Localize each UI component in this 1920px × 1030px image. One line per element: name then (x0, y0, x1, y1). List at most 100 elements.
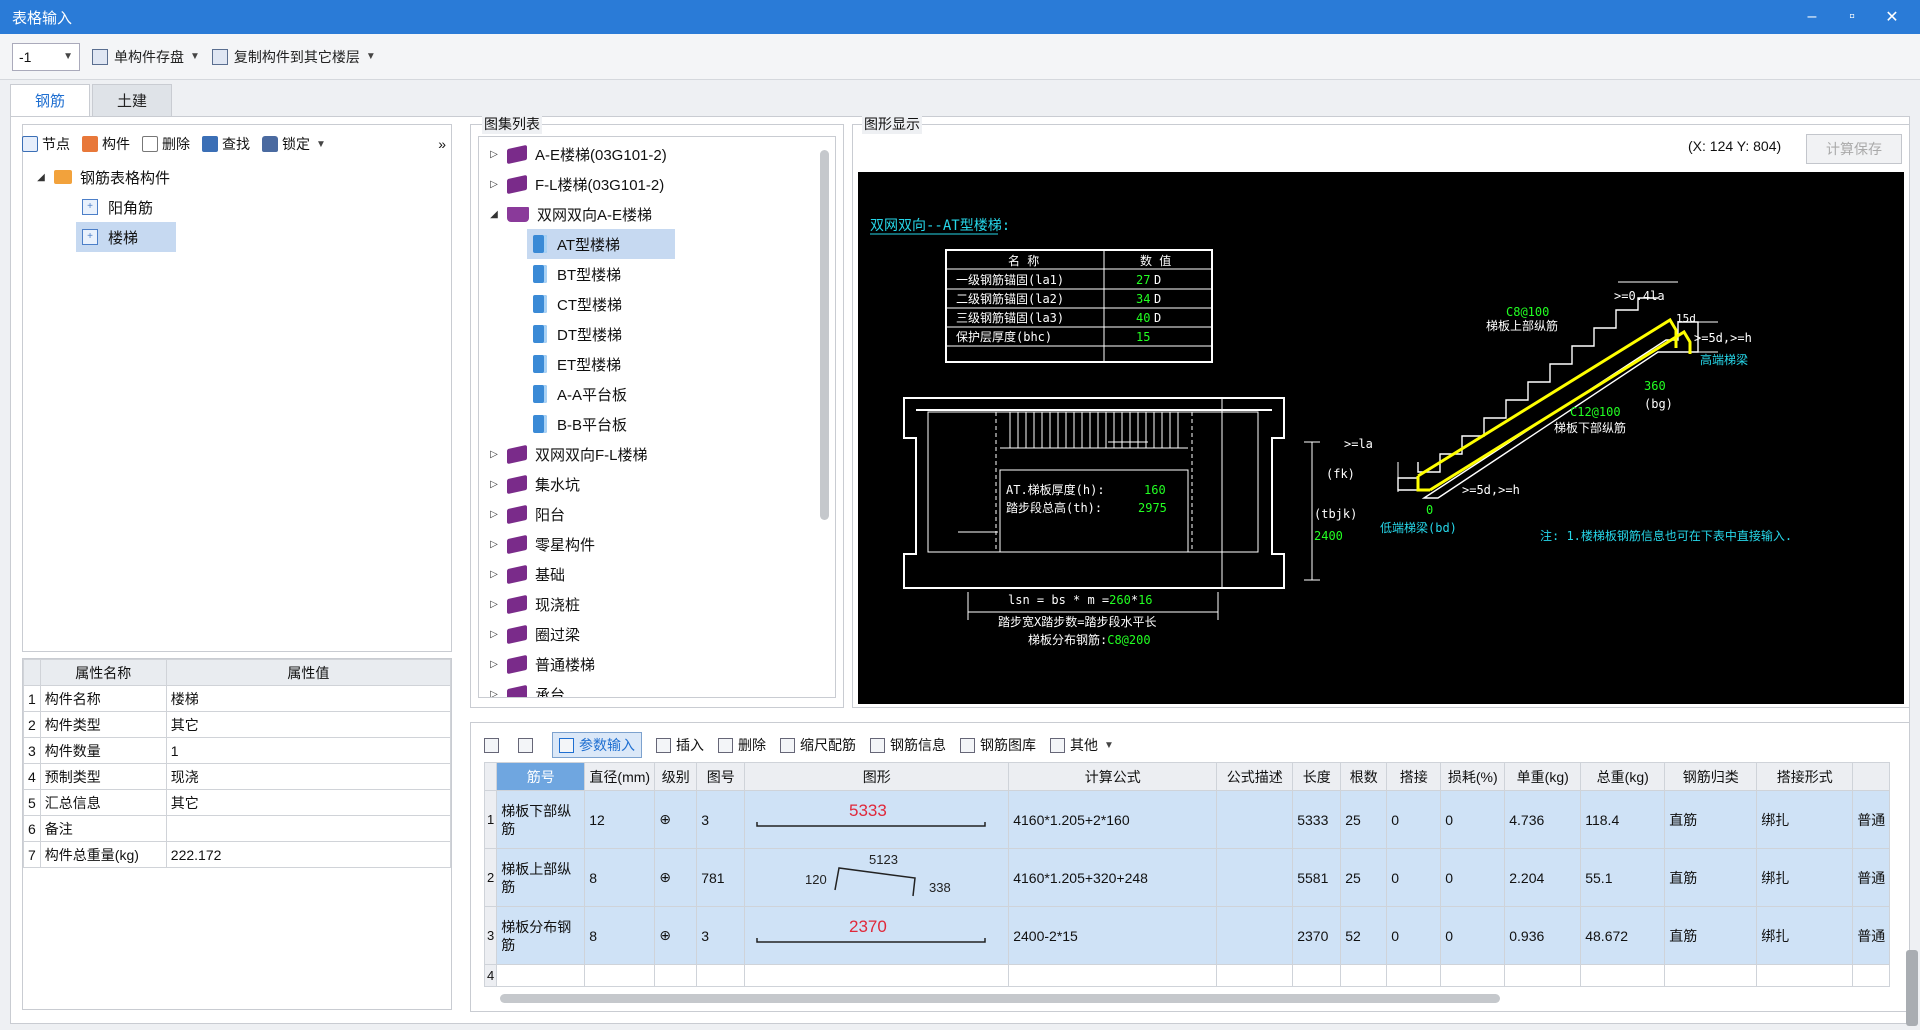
column-header[interactable]: 直径(mm) (584, 762, 656, 791)
empty-cell[interactable] (744, 964, 1010, 987)
calc-save-button[interactable]: 计算保存 (1806, 134, 1902, 164)
empty-cell[interactable] (1440, 964, 1506, 987)
property-row[interactable]: 7 构件总重量(kg) 222.172 (23, 841, 452, 868)
lap-type-cell[interactable]: 绑扎 (1756, 790, 1854, 849)
extra-cell[interactable]: 普通 (1852, 906, 1891, 965)
move-down-button[interactable] (518, 737, 538, 753)
expand-icon[interactable]: ▷ (487, 659, 501, 670)
expand-icon[interactable]: ▷ (487, 569, 501, 580)
total-weight-cell[interactable]: 48.672 (1580, 906, 1666, 965)
formula-description-cell[interactable] (1216, 906, 1294, 965)
property-row[interactable]: 5 汇总信息 其它 (23, 789, 452, 816)
collapse-icon[interactable]: ◢ (34, 172, 48, 183)
column-header[interactable]: 图号 (696, 762, 746, 791)
grade-cell[interactable]: ⊕ (654, 906, 698, 965)
property-value[interactable]: 其它 (165, 711, 452, 738)
expand-toolbar-button[interactable]: » (438, 136, 446, 152)
property-row[interactable]: 6 备注 (23, 815, 452, 842)
length-cell[interactable]: 2370 (1292, 906, 1342, 965)
formula-cell[interactable]: 4160*1.205+320+248 (1008, 848, 1218, 907)
lap-type-cell[interactable]: 绑扎 (1756, 848, 1854, 907)
empty-cell[interactable] (696, 964, 746, 987)
tab-civil[interactable]: 土建 (92, 84, 172, 116)
formula-cell[interactable]: 4160*1.205+2*160 (1008, 790, 1218, 849)
empty-cell[interactable] (1386, 964, 1442, 987)
rebar-library-button[interactable]: 钢筋图库 (960, 735, 1036, 755)
atlas-item[interactable]: BT型楼梯 (527, 259, 675, 289)
rebar-info-button[interactable]: 钢筋信息 (870, 735, 946, 755)
empty-cell[interactable] (1580, 964, 1666, 987)
formula-description-cell[interactable] (1216, 790, 1294, 849)
expand-icon[interactable]: ▷ (487, 479, 501, 490)
extra-cell[interactable]: 普通 (1852, 848, 1891, 907)
atlas-item[interactable]: ▷ 集水坑 (487, 469, 675, 499)
length-cell[interactable]: 5333 (1292, 790, 1342, 849)
close-icon[interactable]: ✕ (1872, 7, 1912, 27)
shape-cell[interactable]: 120 5123 338 (744, 848, 1010, 907)
figure-number-cell[interactable]: 3 (696, 906, 746, 965)
atlas-item[interactable]: ▷ F-L楼梯(03G101-2) (487, 169, 675, 199)
expand-icon[interactable]: ▷ (487, 599, 501, 610)
atlas-item[interactable]: A-A平台板 (527, 379, 675, 409)
total-weight-cell[interactable]: 118.4 (1580, 790, 1666, 849)
loss-cell[interactable]: 0 (1440, 790, 1506, 849)
unit-weight-cell[interactable]: 4.736 (1504, 790, 1582, 849)
tab-rebar[interactable]: 钢筋 (10, 84, 90, 116)
lap-cell[interactable]: 0 (1386, 848, 1442, 907)
category-cell[interactable]: 直筋 (1664, 848, 1758, 907)
unit-weight-cell[interactable]: 0.936 (1504, 906, 1582, 965)
column-header[interactable]: 长度 (1292, 762, 1342, 791)
loss-cell[interactable]: 0 (1440, 906, 1506, 965)
extra-cell[interactable]: 普通 (1852, 790, 1891, 849)
expand-icon[interactable]: ▷ (487, 539, 501, 550)
grid-horizontal-scrollbar[interactable] (500, 994, 1500, 1003)
expand-icon[interactable]: ▷ (487, 509, 501, 520)
lap-cell[interactable]: 0 (1386, 906, 1442, 965)
minimize-icon[interactable]: – (1792, 8, 1832, 26)
count-cell[interactable]: 52 (1340, 906, 1388, 965)
table-row[interactable]: 2 梯板上部纵筋 8 ⊕ 781 120 5123 338 4160*1.205+320+248… (484, 848, 1891, 907)
length-cell[interactable]: 5581 (1292, 848, 1342, 907)
formula-description-cell[interactable] (1216, 848, 1294, 907)
empty-cell[interactable] (1756, 964, 1854, 987)
empty-cell[interactable] (1292, 964, 1342, 987)
figure-number-cell[interactable]: 3 (696, 790, 746, 849)
add-component-button[interactable]: 构件 (82, 134, 130, 154)
bar-name-cell[interactable]: 梯板下部纵筋 (496, 790, 586, 849)
loss-cell[interactable]: 0 (1440, 848, 1506, 907)
expand-icon[interactable]: ◢ (487, 209, 501, 220)
property-value[interactable]: 1 (165, 737, 452, 764)
formula-cell[interactable]: 2400-2*15 (1008, 906, 1218, 965)
atlas-item[interactable]: ET型楼梯 (527, 349, 675, 379)
table-row[interactable]: 3 梯板分布钢筋 8 ⊕ 3 2370 2400-2*15 2370 52 0 0 0.936 48.6… (484, 906, 1891, 965)
expand-icon[interactable]: ▷ (487, 689, 501, 698)
property-row[interactable]: 1 构件名称 楼梯 (23, 685, 452, 712)
property-value[interactable]: 其它 (165, 789, 452, 816)
property-value[interactable]: 楼梯 (165, 685, 452, 712)
grade-cell[interactable]: ⊕ (654, 790, 698, 849)
total-weight-cell[interactable]: 55.1 (1580, 848, 1666, 907)
column-header[interactable]: 计算公式 (1008, 762, 1218, 791)
property-value[interactable]: 222.172 (165, 841, 452, 868)
window-side-scrollbar[interactable] (1906, 950, 1918, 1026)
empty-row[interactable]: 4 (484, 964, 1891, 987)
other-button[interactable]: 其他 ▼ (1050, 735, 1114, 755)
move-up-button[interactable] (484, 737, 504, 753)
tree-root[interactable]: ◢ 钢筋表格构件 (34, 162, 176, 192)
atlas-item[interactable]: B-B平台板 (527, 409, 675, 439)
atlas-item[interactable]: ▷ 零星构件 (487, 529, 675, 559)
restore-icon[interactable]: ▫ (1832, 8, 1872, 26)
property-row[interactable]: 2 构件类型 其它 (23, 711, 452, 738)
empty-cell[interactable] (1504, 964, 1582, 987)
diameter-cell[interactable]: 12 (584, 790, 656, 849)
empty-cell[interactable] (1664, 964, 1758, 987)
save-component-button[interactable]: 单构件存盘 ▼ (92, 47, 200, 67)
expand-icon[interactable]: ▷ (487, 449, 501, 460)
find-button[interactable]: 查找 (202, 134, 250, 154)
expand-icon[interactable]: ▷ (487, 629, 501, 640)
column-header[interactable]: 级别 (654, 762, 698, 791)
atlas-item[interactable]: ▷ 阳台 (487, 499, 675, 529)
column-header[interactable]: 筋号 (496, 762, 586, 791)
column-header[interactable]: 搭接 (1386, 762, 1442, 791)
bar-name-cell[interactable]: 梯板分布钢筋 (496, 906, 586, 965)
